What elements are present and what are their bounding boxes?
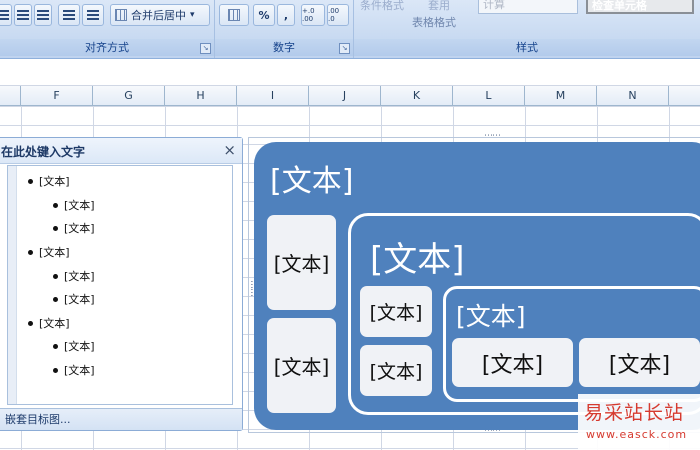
list-item-text[interactable]: [文本]: [64, 362, 95, 378]
list-item-text[interactable]: [文本]: [64, 220, 95, 236]
close-icon[interactable]: ×: [223, 141, 236, 159]
align-center-icon: [17, 10, 29, 20]
align-left-icon: [0, 10, 9, 20]
list-item[interactable]: [文本]: [53, 291, 95, 307]
styles-group: 条件格式 套用 表格格式 计算 检查单元格 样式: [354, 0, 700, 58]
format-as-table-button[interactable]: 表格格式: [412, 14, 456, 30]
list-item[interactable]: [文本]: [53, 220, 95, 236]
column-header-h[interactable]: H: [165, 86, 237, 105]
format-as-table-top: 套用: [428, 0, 450, 12]
decrease-indent-icon: [63, 10, 75, 20]
inner-box-1[interactable]: [文本]: [452, 338, 573, 387]
list-item-text[interactable]: [文本]: [64, 338, 95, 354]
decrease-decimal-button[interactable]: .00 .0: [327, 4, 349, 26]
text-pane-list[interactable]: [文本] [文本] [文本] [文本] [文本] [文本] [文本] [文本] …: [7, 165, 233, 405]
bullet-icon: [53, 273, 58, 279]
column-header-m[interactable]: M: [525, 86, 597, 105]
percent-button[interactable]: %: [253, 4, 275, 26]
align-center-button[interactable]: [14, 4, 32, 26]
text-pane-header: 在此处键入文字 ×: [0, 138, 242, 164]
column-header-n[interactable]: N: [597, 86, 669, 105]
number-group-label: 数字: [215, 39, 353, 56]
list-item[interactable]: [文本]: [28, 315, 70, 331]
alignment-group-label: 对齐方式: [0, 39, 214, 56]
merge-center-button[interactable]: 合并后居中 ▾: [110, 4, 210, 26]
bullet-icon: [28, 320, 33, 326]
increase-decimal-button[interactable]: +.0 .00: [301, 4, 325, 26]
styles-group-label: 样式: [354, 39, 700, 56]
list-item[interactable]: [文本]: [53, 338, 95, 354]
align-left-button[interactable]: [0, 4, 12, 26]
column-header-f[interactable]: F: [21, 86, 93, 105]
formula-bar-area[interactable]: [0, 59, 700, 86]
conditional-formatting-button[interactable]: 条件格式: [360, 0, 404, 13]
list-item[interactable]: [文本]: [53, 362, 95, 378]
list-item-text[interactable]: [文本]: [64, 268, 95, 284]
style-calc-cell[interactable]: 计算: [478, 0, 578, 14]
list-item[interactable]: [文本]: [53, 268, 95, 284]
list-item-text[interactable]: [文本]: [64, 197, 95, 213]
outer-box-2[interactable]: [文本]: [267, 318, 336, 413]
bullet-icon: [53, 225, 58, 231]
watermark: 易采站长站 www.easck.com: [578, 394, 700, 450]
bullet-icon: [53, 296, 58, 302]
text-pane-gutter: [8, 166, 17, 404]
increase-indent-icon: [87, 10, 99, 20]
bullet-icon: [53, 343, 58, 349]
watermark-title: 易采站长站: [584, 402, 685, 424]
column-headers: F G H I J K L M N: [0, 86, 700, 106]
increase-indent-button[interactable]: [82, 4, 104, 26]
middle-box-1[interactable]: [文本]: [360, 286, 432, 337]
column-header-k[interactable]: K: [381, 86, 453, 105]
list-item[interactable]: [文本]: [28, 173, 70, 189]
column-header-g[interactable]: G: [93, 86, 165, 105]
merge-cells-icon: [115, 9, 127, 21]
list-item-text[interactable]: [文本]: [64, 291, 95, 307]
chevron-down-icon[interactable]: ▾: [190, 10, 195, 20]
ribbon: 合并后居中 ▾ 对齐方式 ↘ % , +.0 .00 .00 .0 数字 ↘ 条…: [0, 0, 700, 59]
middle-box-2[interactable]: [文本]: [360, 345, 432, 396]
alignment-group: 合并后居中 ▾ 对齐方式 ↘: [0, 0, 215, 58]
smartart-text-pane: 在此处键入文字 × [文本] [文本] [文本] [文本] [文本] [文本] …: [0, 137, 243, 431]
resize-handle-top[interactable]: ⋯⋯: [484, 131, 501, 141]
alignment-launcher-icon[interactable]: ↘: [200, 43, 211, 54]
number-group: % , +.0 .00 .00 .0 数字 ↘: [215, 0, 354, 58]
inner-title[interactable]: [文本]: [456, 297, 526, 333]
list-item-text[interactable]: [文本]: [39, 173, 70, 189]
bullet-icon: [53, 367, 58, 373]
middle-title[interactable]: [文本]: [370, 232, 465, 281]
comma-style-button[interactable]: ,: [277, 4, 295, 26]
currency-icon: [228, 9, 240, 21]
column-header-spacer: [0, 86, 21, 105]
accounting-format-button[interactable]: [219, 4, 249, 26]
column-header-l[interactable]: L: [453, 86, 525, 105]
list-item-text[interactable]: [文本]: [39, 244, 70, 260]
bullet-icon: [53, 202, 58, 208]
merge-center-label: 合并后居中: [131, 9, 186, 22]
list-item-text[interactable]: [文本]: [39, 315, 70, 331]
decrease-indent-button[interactable]: [58, 4, 80, 26]
align-right-icon: [37, 10, 49, 20]
bullet-icon: [28, 178, 33, 184]
column-header-i[interactable]: I: [237, 86, 309, 105]
number-launcher-icon[interactable]: ↘: [339, 43, 350, 54]
text-pane-title: 在此处键入文字: [1, 145, 86, 159]
outer-box-1[interactable]: [文本]: [267, 215, 336, 310]
list-item[interactable]: [文本]: [28, 244, 70, 260]
style-check-cell[interactable]: 检查单元格: [586, 0, 694, 14]
column-header-j[interactable]: J: [309, 86, 381, 105]
inner-box-2[interactable]: [文本]: [579, 338, 700, 387]
bullet-icon: [28, 249, 33, 255]
watermark-url: www.easck.com: [586, 428, 688, 441]
list-item[interactable]: [文本]: [53, 197, 95, 213]
text-pane-footer-link[interactable]: 嵌套目标图...: [0, 408, 242, 430]
align-right-button[interactable]: [34, 4, 52, 26]
outer-title[interactable]: [文本]: [270, 156, 353, 200]
